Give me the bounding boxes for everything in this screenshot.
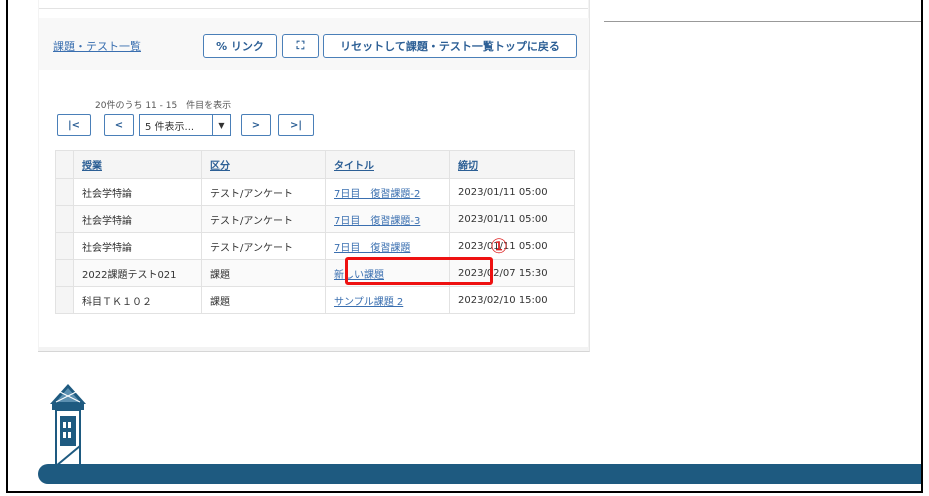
- row-gutter: [55, 178, 74, 206]
- university-tower-logo: [46, 382, 90, 474]
- cell-class: 2022課題テスト021: [73, 259, 202, 287]
- column-header-kind[interactable]: 区分: [201, 150, 326, 179]
- cell-deadline: 2023/02/07 15:30: [449, 259, 575, 287]
- cell-kind: テスト/アンケート: [201, 178, 326, 206]
- table-row: 社会学特論 テスト/アンケート 7日目 復習課題-3 2023/01/11 05…: [55, 205, 575, 233]
- title-link[interactable]: 7日目 復習課題: [334, 243, 410, 254]
- row-gutter: [55, 259, 74, 287]
- cell-deadline: 2023/02/10 15:00: [449, 286, 575, 314]
- cell-class: 社会学特論: [73, 232, 202, 260]
- footer-bar: [38, 464, 921, 484]
- cell-title: 7日目 復習課題-2: [325, 178, 450, 206]
- row-gutter: [55, 232, 74, 260]
- cell-title: 7日目 復習課題-3: [325, 205, 450, 233]
- last-page-button[interactable]: >|: [278, 114, 314, 136]
- row-gutter: [55, 286, 74, 314]
- table-row: 科目ＴＫ１０２ 課題 サンプル課題 2 2023/02/10 15:00: [55, 286, 575, 314]
- link-button[interactable]: % リンク: [203, 34, 277, 58]
- cell-title: 新しい課題: [325, 259, 450, 287]
- cell-deadline: 2023/01/11 05:00: [449, 232, 575, 260]
- per-page-select[interactable]: 5 件表示... ▼: [139, 114, 231, 136]
- title-link[interactable]: サンプル課題 2: [334, 297, 403, 308]
- expand-icon: ⛶: [296, 39, 305, 52]
- cell-kind: テスト/アンケート: [201, 232, 326, 260]
- title-link-new-assignment[interactable]: 新しい課題: [334, 270, 384, 281]
- table-row: 2022課題テスト021 課題 新しい課題 2023/02/07 15:30: [55, 259, 575, 287]
- row-gutter: [55, 150, 74, 179]
- breadcrumb-link[interactable]: 課題・テスト一覧: [53, 38, 141, 54]
- first-page-button[interactable]: |<: [57, 114, 91, 136]
- column-header-deadline[interactable]: 締切: [449, 150, 575, 179]
- cell-class: 社会学特論: [73, 178, 202, 206]
- cell-deadline: 2023/01/11 05:00: [449, 178, 575, 206]
- cell-kind: テスト/アンケート: [201, 205, 326, 233]
- expand-button[interactable]: ⛶: [282, 34, 319, 58]
- cell-kind: 課題: [201, 286, 326, 314]
- divider: [39, 8, 588, 9]
- assignment-table: 授業 区分 タイトル 締切 社会学特論 テスト/アンケート 7日目 復習課題-2…: [55, 150, 575, 314]
- annotation-marker: ①: [490, 234, 508, 258]
- cell-class: 社会学特論: [73, 205, 202, 233]
- cell-kind: 課題: [201, 259, 326, 287]
- next-page-button[interactable]: >: [241, 114, 271, 136]
- column-header-class[interactable]: 授業: [73, 150, 202, 179]
- dropdown-arrow-icon: ▼: [212, 115, 230, 135]
- column-header-title[interactable]: タイトル: [325, 150, 450, 179]
- table-header-row: 授業 区分 タイトル 締切: [55, 150, 575, 179]
- title-link[interactable]: 7日目 復習課題-2: [334, 189, 420, 200]
- cell-title: 7日目 復習課題: [325, 232, 450, 260]
- reset-to-top-button[interactable]: リセットして課題・テスト一覧トップに戻る: [323, 34, 577, 58]
- assignment-list-panel: 課題・テスト一覧 % リンク ⛶ リセットして課題・テスト一覧トップに戻る 20…: [38, 0, 590, 352]
- cell-deadline: 2023/01/11 05:00: [449, 205, 575, 233]
- cell-class: 科目ＴＫ１０２: [73, 286, 202, 314]
- toolbar: 課題・テスト一覧 % リンク ⛶ リセットして課題・テスト一覧トップに戻る: [39, 18, 589, 70]
- cell-title: サンプル課題 2: [325, 286, 450, 314]
- title-link[interactable]: 7日目 復習課題-3: [334, 216, 420, 227]
- per-page-value: 5 件表示...: [145, 121, 195, 133]
- result-count: 20件のうち 11 - 15 件目を表示: [95, 101, 232, 111]
- table-row: 社会学特論 テスト/アンケート 7日目 復習課題-2 2023/01/11 05…: [55, 178, 575, 206]
- divider: [604, 21, 921, 22]
- row-gutter: [55, 205, 74, 233]
- browser-frame: 課題・テスト一覧 % リンク ⛶ リセットして課題・テスト一覧トップに戻る 20…: [6, 0, 923, 493]
- prev-page-button[interactable]: <: [104, 114, 134, 136]
